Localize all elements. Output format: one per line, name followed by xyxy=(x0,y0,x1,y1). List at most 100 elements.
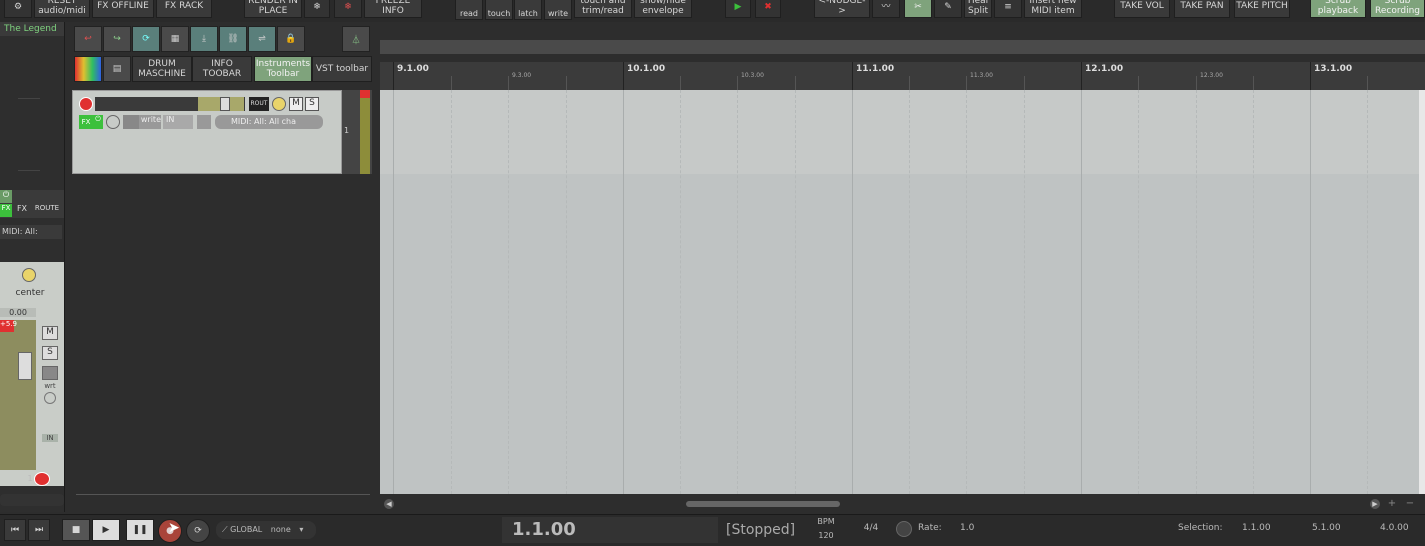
loop-icon[interactable]: ⟳ xyxy=(132,26,160,52)
nudge-button[interactable]: <-NUDGE-> xyxy=(814,0,870,18)
show-hide-envelope-button[interactable]: show/hide envelope xyxy=(634,0,692,18)
horizontal-scrollbar[interactable]: ◀ ▶ + − xyxy=(380,496,1425,512)
track-lane[interactable] xyxy=(380,90,1420,174)
link-icon[interactable]: ⛓ xyxy=(219,26,247,52)
grid-icon[interactable]: ▦ xyxy=(161,26,189,52)
track-midi-input-select[interactable]: MIDI: All: All cha xyxy=(215,115,323,129)
close-icon[interactable]: ✖ xyxy=(755,0,781,18)
track-solo-button[interactable]: S xyxy=(305,97,319,111)
track-mute-button[interactable]: M xyxy=(289,97,303,111)
solo-button[interactable]: S xyxy=(42,346,58,360)
env-read-button[interactable]: read xyxy=(455,0,483,20)
vst-toolbar-button[interactable]: VST toolbar xyxy=(312,56,372,82)
menu-lines-icon[interactable]: ≡ xyxy=(994,0,1022,18)
split-icon[interactable]: ✂ xyxy=(904,0,932,18)
track-input-meter-icon[interactable] xyxy=(197,115,211,129)
drum-maschine-button[interactable]: DRUM MASCHINE xyxy=(132,56,192,82)
selection-end[interactable]: 5.1.00 xyxy=(1312,523,1341,533)
grid-line xyxy=(393,90,394,494)
take-vol-button[interactable]: TAKE VOL xyxy=(1114,0,1170,18)
zoom-out-icon[interactable]: − xyxy=(1404,498,1416,510)
track-fx-button[interactable]: FX xyxy=(79,115,93,129)
track-fx-bypass-icon[interactable]: ⏻ xyxy=(93,115,103,129)
scroll-right-icon[interactable]: ▶ xyxy=(1370,499,1380,509)
envelope-select-icon[interactable]: ↪ xyxy=(103,26,131,52)
track-meter: 1 xyxy=(342,90,372,174)
track-input-label: IN xyxy=(166,115,175,124)
unfreeze-icon[interactable]: ❄ xyxy=(334,0,362,18)
env-touch-button[interactable]: touch xyxy=(485,0,513,20)
color-icon[interactable] xyxy=(74,56,102,82)
take-pitch-button[interactable]: TAKE PITCH xyxy=(1234,0,1290,18)
selection-start[interactable]: 1.1.00 xyxy=(1242,523,1271,533)
go-to-end-icon[interactable]: ⏭ xyxy=(28,519,50,541)
info-toobar-button[interactable]: INFO TOOBAR xyxy=(192,56,252,82)
repeat-icon[interactable]: ⟳ xyxy=(186,519,210,543)
env-write-button[interactable]: write xyxy=(544,0,572,20)
pan-knob[interactable] xyxy=(22,268,36,282)
metronome-icon[interactable]: ⏃ xyxy=(342,26,370,52)
ruler-tick-minor xyxy=(966,76,967,90)
mixer-midi-select[interactable]: MIDI: All: xyxy=(0,225,62,239)
touch-trim-read-button[interactable]: touch and trim/read xyxy=(574,0,632,18)
ripple-icon[interactable]: ↩ xyxy=(74,26,102,52)
scroll-left-icon[interactable]: ◀ xyxy=(384,499,394,509)
rate-knob[interactable] xyxy=(896,521,912,537)
track-pan-knob[interactable] xyxy=(272,97,286,111)
mute-button[interactable]: M xyxy=(42,326,58,340)
time-signature[interactable]: 4/4 xyxy=(856,523,886,533)
stop-icon[interactable]: ■ xyxy=(62,519,90,541)
play-icon[interactable]: ▶ xyxy=(725,0,751,18)
track-record-arm[interactable] xyxy=(79,97,93,111)
phase-icon[interactable] xyxy=(44,392,56,404)
route-button[interactable]: ROUTE xyxy=(32,204,62,217)
pause-icon[interactable]: ❚❚ xyxy=(126,519,154,541)
lock-icon[interactable]: 🔒 xyxy=(277,26,305,52)
heal-split-button[interactable]: Heal Split xyxy=(964,0,992,18)
track-automation-button[interactable]: write xyxy=(123,115,161,129)
take-pan-button[interactable]: TAKE PAN xyxy=(1174,0,1230,18)
fx-button[interactable]: FX xyxy=(14,204,30,217)
scrollbar-thumb[interactable] xyxy=(686,501,840,507)
freeze-icon[interactable]: ❄ xyxy=(304,0,330,18)
empty-arrange-area[interactable] xyxy=(380,174,1420,494)
fx-rack-button[interactable]: FX RACK xyxy=(156,0,212,18)
timeline-ruler[interactable] xyxy=(380,62,1425,90)
insert-midi-item-button[interactable]: Insert new MIDI item xyxy=(1024,0,1082,18)
play-icon[interactable]: ▶ xyxy=(92,519,120,541)
volume-fader[interactable] xyxy=(18,352,32,380)
global-automation[interactable]: ⟋ GLOBAL none ▾ xyxy=(216,521,316,539)
render-in-place-button[interactable]: RENDER IN PLACE xyxy=(244,0,302,18)
track-meter-bar xyxy=(360,90,370,174)
script-icon[interactable]: ⚙ xyxy=(4,0,32,18)
instruments-toolbar-button[interactable]: Instruments Toolbar xyxy=(254,56,312,82)
waveform-icon[interactable]: 〰 xyxy=(872,0,900,18)
selection-length[interactable]: 4.0.00 xyxy=(1380,523,1409,533)
track-phase-icon[interactable] xyxy=(106,115,120,129)
reset-audio-midi-button[interactable]: RESET audio/midi xyxy=(34,0,90,18)
go-to-start-icon[interactable]: ⏮ xyxy=(4,519,26,541)
rout-button[interactable]: ROUT xyxy=(249,97,269,111)
ruler-tick-minor xyxy=(737,76,738,90)
track-input-button[interactable]: IN xyxy=(163,115,193,129)
ruler-tick xyxy=(623,62,624,90)
scrub-recording-button[interactable]: Scrub Recording xyxy=(1370,0,1425,18)
track-volume-fader[interactable] xyxy=(198,97,244,111)
power-icon[interactable]: ⏻ xyxy=(0,190,12,203)
position-display[interactable]: 1.1.00 xyxy=(502,517,718,543)
snap-icon[interactable]: ⤓ xyxy=(190,26,218,52)
env-latch-button[interactable]: latch xyxy=(514,0,542,20)
crossfade-icon[interactable]: ⇌ xyxy=(248,26,276,52)
fx-active-icon[interactable]: FX xyxy=(0,204,12,217)
scrub-playback-button[interactable]: Scrub playback xyxy=(1310,0,1366,18)
pencil-icon[interactable]: ✎ xyxy=(934,0,962,18)
fx-offline-button[interactable]: FX OFFLINE xyxy=(92,0,154,18)
color-gradient-icon[interactable]: ▤ xyxy=(103,56,131,82)
zoom-in-icon[interactable]: + xyxy=(1386,498,1398,510)
envelope-icon[interactable] xyxy=(42,366,58,380)
rate-value[interactable]: 1.0 xyxy=(960,523,974,533)
bpm-value[interactable]: 120 xyxy=(808,531,844,540)
freeze-info-button[interactable]: FREEZE INFO xyxy=(364,0,422,18)
fader-handle[interactable] xyxy=(220,97,230,111)
mixer-scrollbar[interactable] xyxy=(0,494,64,506)
